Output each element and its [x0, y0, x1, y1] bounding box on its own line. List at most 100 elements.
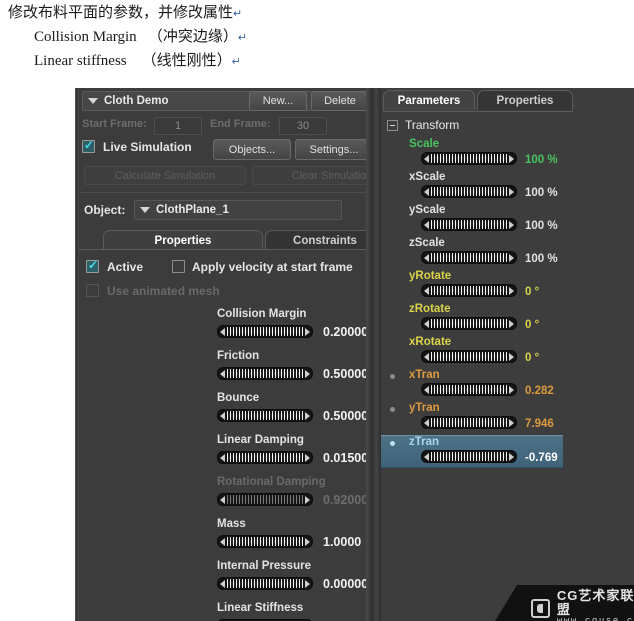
slider-left-arrow-icon[interactable]	[220, 454, 225, 462]
param-row-scale[interactable]: Scale 100 %	[381, 138, 563, 171]
param-value[interactable]: 0 °	[525, 319, 539, 331]
param-value[interactable]: 1.0000	[323, 535, 361, 549]
param-row-xtran[interactable]: xTran 0.282	[381, 369, 563, 402]
slider-right-arrow-icon[interactable]	[509, 353, 514, 361]
slider-left-arrow-icon[interactable]	[220, 370, 225, 378]
param-slider[interactable]	[421, 152, 517, 165]
param-row-zrotate[interactable]: zRotate 0 °	[381, 303, 563, 336]
slider-right-arrow-icon	[305, 496, 310, 504]
tab-properties-right[interactable]: Properties	[477, 90, 573, 110]
param-value[interactable]: 0 °	[525, 352, 539, 364]
param-slider[interactable]	[217, 577, 313, 590]
param-slider[interactable]	[421, 251, 517, 264]
slider-left-arrow-icon[interactable]	[424, 320, 429, 328]
new-button[interactable]: New...	[249, 91, 307, 111]
param-row-yrotate[interactable]: yRotate 0 °	[381, 270, 563, 303]
objects-button[interactable]: Objects...	[213, 139, 291, 160]
param-value[interactable]: -0.769	[525, 452, 558, 464]
slider-left-arrow-icon[interactable]	[220, 580, 225, 588]
slider-left-arrow-icon[interactable]	[424, 453, 429, 461]
slider-left-arrow-icon[interactable]	[424, 287, 429, 295]
param-slider[interactable]	[217, 451, 313, 464]
param-slider[interactable]	[421, 350, 517, 363]
param-value[interactable]: 0 °	[525, 286, 539, 298]
param-slider[interactable]	[217, 535, 313, 548]
slider-left-arrow-icon[interactable]	[424, 155, 429, 163]
tab-properties[interactable]: Properties	[103, 230, 263, 250]
param-slider[interactable]	[421, 450, 517, 463]
param-slider[interactable]	[421, 218, 517, 231]
right-tab-underline	[383, 111, 573, 112]
start-frame-input[interactable]: 1	[154, 117, 202, 135]
object-dropdown[interactable]: ClothPlane_1	[134, 200, 342, 220]
slider-left-arrow-icon[interactable]	[424, 188, 429, 196]
param-slider[interactable]	[217, 325, 313, 338]
slider-right-arrow-icon[interactable]	[305, 454, 310, 462]
transform-group-header[interactable]: Transform	[387, 118, 459, 132]
param-label: Bounce	[217, 392, 260, 404]
param-value[interactable]: 0.00000	[323, 577, 368, 591]
param-value[interactable]: 0.20000	[323, 325, 368, 339]
param-value[interactable]: 0.01500	[323, 451, 368, 465]
slider-left-arrow-icon[interactable]	[424, 254, 429, 262]
slider-left-arrow-icon[interactable]	[220, 412, 225, 420]
slider-left-arrow-icon[interactable]	[220, 328, 225, 336]
keyframe-dot-icon[interactable]	[390, 407, 395, 412]
slider-left-arrow-icon[interactable]	[424, 386, 429, 394]
slider-right-arrow-icon[interactable]	[509, 155, 514, 163]
active-checkbox[interactable]	[86, 258, 99, 273]
slider-right-arrow-icon[interactable]	[509, 254, 514, 262]
param-row-xrotate[interactable]: xRotate 0 °	[381, 336, 563, 369]
param-slider[interactable]	[421, 185, 517, 198]
slider-right-arrow-icon[interactable]	[509, 188, 514, 196]
slider-right-arrow-icon[interactable]	[509, 320, 514, 328]
param-row-zscale[interactable]: zScale 100 %	[381, 237, 563, 270]
param-row-ztran[interactable]: zTran -0.769	[381, 435, 563, 468]
calculate-simulation-button[interactable]: Calculate Simulation	[84, 166, 246, 185]
apply-velocity-checkbox[interactable]	[172, 260, 185, 273]
slider-right-arrow-icon[interactable]	[509, 386, 514, 394]
param-value[interactable]: 0.50000	[323, 409, 368, 423]
settings-button[interactable]: Settings...	[295, 139, 373, 160]
slider-left-arrow-icon[interactable]	[424, 419, 429, 427]
slider-left-arrow-icon[interactable]	[220, 538, 225, 546]
slider-right-arrow-icon[interactable]	[305, 328, 310, 336]
param-row-yscale[interactable]: yScale 100 %	[381, 204, 563, 237]
slider-right-arrow-icon[interactable]	[305, 370, 310, 378]
panel-splitter[interactable]	[372, 88, 381, 621]
slider-right-arrow-icon[interactable]	[509, 287, 514, 295]
delete-button[interactable]: Delete	[311, 91, 369, 111]
param-value[interactable]: 100 %	[525, 253, 558, 265]
param-label: zTran	[409, 436, 440, 448]
param-value[interactable]: 0.50000	[323, 367, 368, 381]
slider-right-arrow-icon[interactable]	[509, 419, 514, 427]
param-slider[interactable]	[217, 367, 313, 380]
param-label: yTran	[409, 402, 440, 414]
slider-right-arrow-icon[interactable]	[509, 221, 514, 229]
doc-line-2: Collision Margin （冲突边缘）↵	[34, 30, 634, 45]
param-value[interactable]: 7.946	[525, 418, 554, 430]
slider-right-arrow-icon[interactable]	[509, 453, 514, 461]
param-row-xscale[interactable]: xScale 100 %	[381, 171, 563, 204]
tab-parameters[interactable]: Parameters	[383, 90, 475, 110]
keyframe-dot-icon[interactable]	[390, 441, 395, 446]
end-frame-input[interactable]: 30	[279, 117, 327, 135]
slider-right-arrow-icon[interactable]	[305, 538, 310, 546]
param-value[interactable]: 100 %	[525, 187, 558, 199]
slider-left-arrow-icon[interactable]	[424, 353, 429, 361]
param-value[interactable]: 0.282	[525, 385, 554, 397]
param-slider[interactable]	[421, 383, 517, 396]
live-simulation-checkbox[interactable]	[82, 138, 95, 153]
param-slider[interactable]	[217, 409, 313, 422]
param-slider[interactable]	[421, 416, 517, 429]
param-slider[interactable]	[421, 284, 517, 297]
param-slider[interactable]	[421, 317, 517, 330]
slider-left-arrow-icon[interactable]	[424, 221, 429, 229]
collapse-minus-icon[interactable]	[387, 119, 398, 131]
param-row-ytran[interactable]: yTran 7.946	[381, 402, 563, 435]
slider-right-arrow-icon[interactable]	[305, 580, 310, 588]
slider-right-arrow-icon[interactable]	[305, 412, 310, 420]
param-value[interactable]: 100 %	[525, 220, 558, 232]
keyframe-dot-icon[interactable]	[390, 374, 395, 379]
param-value[interactable]: 100 %	[525, 154, 558, 166]
